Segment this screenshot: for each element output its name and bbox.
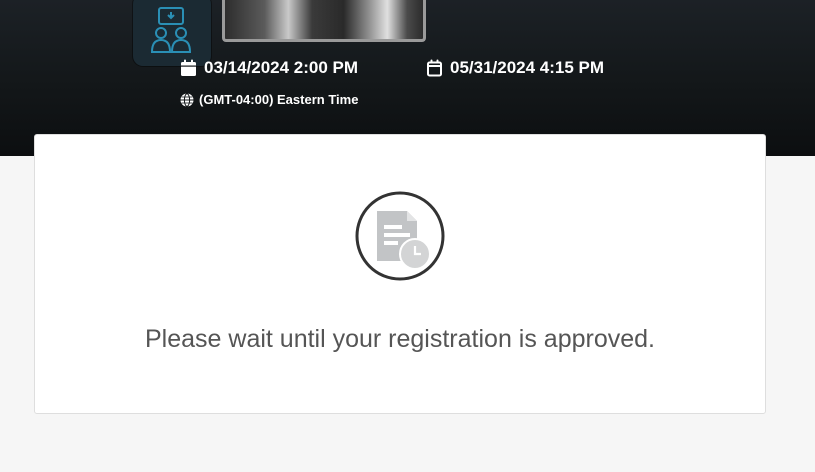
event-photo — [222, 0, 426, 42]
globe-icon — [180, 92, 194, 107]
event-timezone: (GMT-04:00) Eastern Time — [180, 92, 358, 107]
start-datetime-text: 03/14/2024 2:00 PM — [204, 58, 359, 77]
timezone-text: (GMT-04:00) Eastern Time — [199, 92, 359, 107]
registration-pending-message: Please wait until your registration is a… — [145, 325, 655, 353]
event-end-date: 05/31/2024 4:15 PM — [426, 58, 604, 78]
end-datetime-text: 05/31/2024 4:15 PM — [450, 58, 605, 77]
pending-document-clock-icon — [355, 191, 445, 281]
event-thumbnail-tile — [133, 0, 211, 66]
presenter-icon — [150, 7, 192, 53]
event-banner: 03/14/2024 2:00 PM 05/31/2024 4:15 PM (G… — [0, 0, 815, 156]
registration-status-card: Please wait until your registration is a… — [34, 134, 766, 414]
calendar-outline-icon — [427, 59, 442, 77]
calendar-icon — [181, 59, 196, 76]
event-start-date: 03/14/2024 2:00 PM — [180, 58, 358, 78]
